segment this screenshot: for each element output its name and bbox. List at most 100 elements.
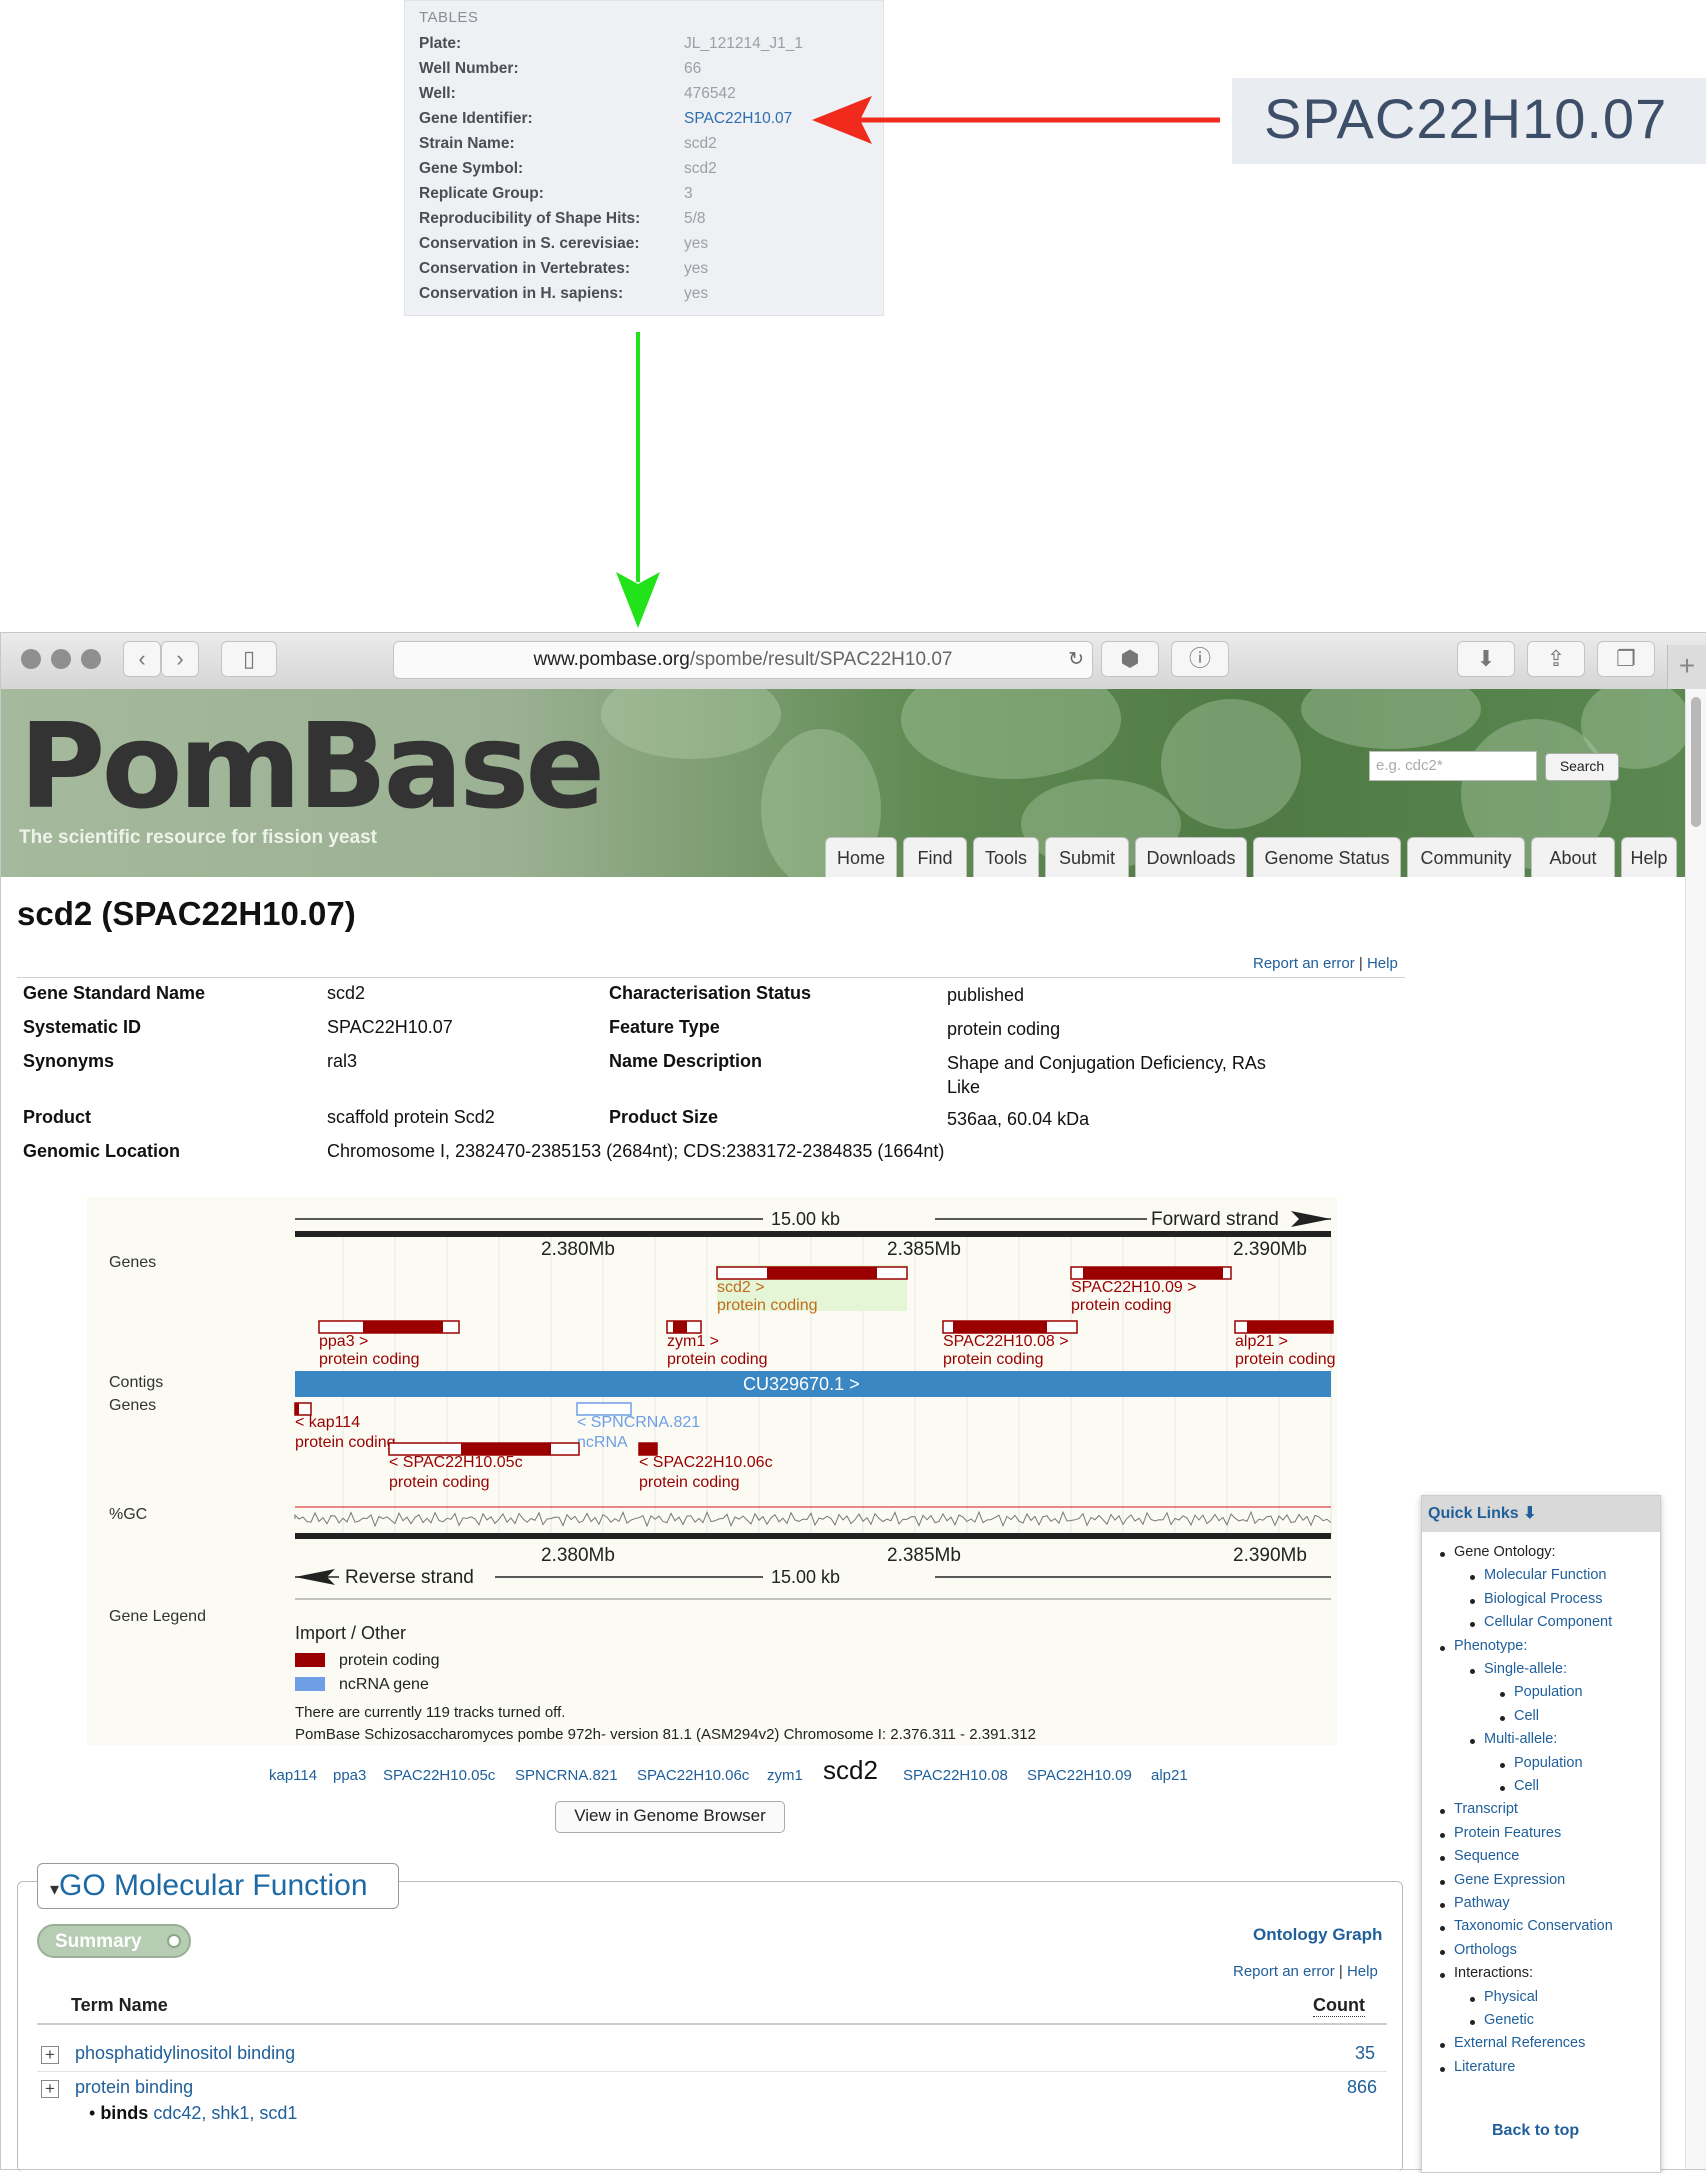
gene-cds[interactable] <box>673 1321 687 1333</box>
sidebar-icon[interactable]: ▯ <box>221 641 277 677</box>
quick-link-item[interactable]: Genetic <box>1484 2012 1534 2028</box>
quick-link-item[interactable]: Gene Expression <box>1454 1872 1565 1888</box>
gene-link[interactable]: alp21 <box>1151 1767 1188 1784</box>
view-genome-browser-button[interactable]: View in Genome Browser <box>555 1801 785 1833</box>
download-icon[interactable]: ⬇ <box>1457 641 1515 677</box>
nav-tab-tools[interactable]: Tools <box>973 837 1039 877</box>
gene-cds[interactable] <box>1247 1321 1333 1333</box>
quick-link-item[interactable]: Biological Process <box>1484 1591 1602 1607</box>
tabs-icon[interactable]: ❐ <box>1597 641 1655 677</box>
gene-label[interactable]: < SPAC22H10.06c <box>639 1454 773 1471</box>
info-icon[interactable]: ⓘ <box>1171 641 1229 677</box>
genome-view[interactable]: Genes Contigs Genes %GC Gene Legend 15.00 kb F… <box>87 1197 1337 1745</box>
quick-link-item[interactable]: Population <box>1514 1684 1583 1700</box>
quick-link-item[interactable]: Cellular Component <box>1484 1614 1612 1630</box>
forward-icon[interactable]: › <box>161 641 199 677</box>
zoom-window-icon[interactable] <box>81 649 101 669</box>
quick-link-item[interactable]: Gene Ontology: <box>1454 1544 1556 1560</box>
quick-link-item[interactable]: Sequence <box>1454 1848 1519 1864</box>
quick-link-item[interactable]: Single-allele: <box>1484 1661 1567 1677</box>
gene-link[interactable]: ppa3 <box>333 1767 366 1784</box>
go-term-link[interactable]: protein binding <box>75 2077 193 2098</box>
gene-link[interactable]: kap114 <box>269 1767 317 1784</box>
quick-link-item[interactable]: Pathway <box>1454 1895 1510 1911</box>
quick-link-item[interactable]: External References <box>1454 2035 1585 2051</box>
extension-icon[interactable]: ⬢ <box>1101 641 1159 677</box>
quick-link-item[interactable]: Multi-allele: <box>1484 1731 1557 1747</box>
quick-link-item[interactable]: Cell <box>1514 1708 1539 1724</box>
gene-cds[interactable] <box>363 1321 443 1333</box>
gene-cds[interactable] <box>953 1321 1047 1333</box>
bullet <box>1440 2066 1445 2072</box>
table-row-value[interactable]: SPAC22H10.07 <box>684 110 792 128</box>
help-link[interactable]: Help <box>1367 955 1398 972</box>
gene-link[interactable]: scd2 <box>823 1755 878 1786</box>
gene-label[interactable]: < kap114 <box>295 1414 360 1431</box>
gene-label[interactable]: zym1 > <box>667 1333 719 1350</box>
nav-tab-home[interactable]: Home <box>825 837 897 877</box>
nav-tab-find[interactable]: Find <box>903 837 967 877</box>
binds-targets[interactable]: cdc42, shk1, scd1 <box>153 2103 297 2123</box>
report-error-link[interactable]: Report an error <box>1253 955 1355 972</box>
quick-link-item[interactable]: Taxonomic Conservation <box>1454 1918 1613 1934</box>
go-term-count[interactable]: 866 <box>1347 2077 1377 2098</box>
gene-label[interactable]: alp21 > <box>1235 1333 1288 1350</box>
vertical-scrollbar[interactable] <box>1685 689 1706 2169</box>
site-logo[interactable]: PomBase <box>19 697 605 835</box>
back-icon[interactable]: ‹ <box>123 641 161 677</box>
quick-link-item[interactable]: Literature <box>1454 2059 1515 2075</box>
gene-link[interactable]: SPAC22H10.08 <box>903 1767 1008 1784</box>
nav-tab-submit[interactable]: Submit <box>1045 837 1129 877</box>
gene-label[interactable]: ppa3 > <box>319 1333 368 1350</box>
site-search-input[interactable]: e.g. cdc2* <box>1369 751 1537 781</box>
gene-link[interactable]: SPNCRNA.821 <box>515 1767 618 1784</box>
nav-tab-genome-status[interactable]: Genome Status <box>1253 837 1401 877</box>
gene-link[interactable]: SPAC22H10.09 <box>1027 1767 1132 1784</box>
gene-label[interactable]: < SPAC22H10.05c <box>389 1454 523 1471</box>
quick-link-item[interactable]: Orthologs <box>1454 1942 1517 1958</box>
gene-label[interactable]: < SPNCRNA.821 <box>577 1414 700 1431</box>
expand-icon[interactable]: + <box>41 2046 59 2064</box>
contig-label[interactable]: CU329670.1 > <box>743 1374 860 1394</box>
gene-label[interactable]: scd2 > <box>717 1279 765 1296</box>
gene-link[interactable]: SPAC22H10.05c <box>383 1767 495 1784</box>
go-term-link[interactable]: phosphatidylinositol binding <box>75 2043 295 2064</box>
expand-icon[interactable]: + <box>41 2080 59 2098</box>
new-tab-icon[interactable]: + <box>1667 645 1706 689</box>
quick-link-item[interactable]: Phenotype: <box>1454 1638 1527 1654</box>
quick-link-item[interactable]: Protein Features <box>1454 1825 1561 1841</box>
back-to-top-link[interactable]: Back to top <box>1492 2122 1579 2140</box>
nav-tab-help[interactable]: Help <box>1621 837 1677 877</box>
gene-link[interactable]: SPAC22H10.06c <box>637 1767 749 1784</box>
nav-tab-downloads[interactable]: Downloads <box>1135 837 1247 877</box>
report-error-link[interactable]: Report an error <box>1233 1963 1335 1980</box>
quick-link-item[interactable]: Interactions: <box>1454 1965 1533 1981</box>
site-search-button[interactable]: Search <box>1545 753 1619 781</box>
quick-link-item[interactable]: Physical <box>1484 1989 1538 2005</box>
scrollbar-thumb[interactable] <box>1691 697 1701 827</box>
share-icon[interactable]: ⇪ <box>1527 641 1585 677</box>
quick-link-item[interactable]: Cell <box>1514 1778 1539 1794</box>
url-domain: www.pombase.org <box>533 649 690 670</box>
go-section-title[interactable]: ▾GO Molecular Function <box>37 1863 399 1909</box>
quick-link-item[interactable]: Molecular Function <box>1484 1567 1607 1583</box>
gene-cds[interactable] <box>767 1267 877 1279</box>
close-window-icon[interactable] <box>21 649 41 669</box>
ontology-graph-link[interactable]: Ontology Graph <box>1253 1925 1382 1945</box>
nav-tab-about[interactable]: About <box>1531 837 1615 877</box>
minimize-window-icon[interactable] <box>51 649 71 669</box>
url-bar[interactable]: www.pombase.org/spombe/result/SPAC22H10.… <box>393 641 1093 679</box>
summary-toggle[interactable]: Summary <box>37 1924 191 1958</box>
gene-link[interactable]: zym1 <box>767 1767 803 1784</box>
quick-link-item[interactable]: Transcript <box>1454 1801 1518 1817</box>
genome-view-graphic[interactable]: Genes Contigs Genes %GC Gene Legend 15.00 kb F… <box>87 1197 1337 1745</box>
gene-label[interactable]: SPAC22H10.08 > <box>943 1333 1069 1350</box>
quick-link-item[interactable]: Population <box>1514 1755 1583 1771</box>
gene-cds[interactable] <box>1083 1267 1223 1279</box>
nav-tab-community[interactable]: Community <box>1407 837 1525 877</box>
count-header[interactable]: Count <box>1313 1995 1365 2017</box>
go-term-count[interactable]: 35 <box>1355 2043 1375 2064</box>
help-link[interactable]: Help <box>1347 1963 1378 1980</box>
gene-label[interactable]: SPAC22H10.09 > <box>1071 1279 1197 1296</box>
reload-icon[interactable]: ↻ <box>1068 642 1084 678</box>
